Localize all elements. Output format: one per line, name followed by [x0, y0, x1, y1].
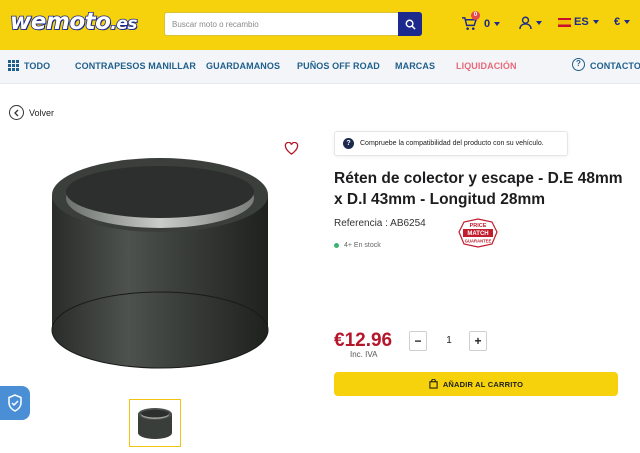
- badge-line-3: GUARANTEE: [465, 239, 492, 244]
- thumbnail-image: [138, 408, 172, 439]
- search-input[interactable]: [165, 13, 399, 35]
- heart-icon: [284, 141, 299, 155]
- chevron-left-icon: [9, 105, 24, 120]
- security-badge[interactable]: [0, 386, 30, 420]
- stock-label: 4+ En stock: [344, 242, 381, 249]
- cart-count: 0: [484, 17, 491, 30]
- product-title: Réten de colector y escape - D.E 48mm x …: [334, 170, 623, 208]
- help-icon: ?: [572, 58, 585, 71]
- stock-status: 4+ En stock: [334, 242, 381, 249]
- nav-item-contrapesos[interactable]: CONTRAPESOS MANILLAR: [75, 61, 196, 71]
- shield-icon: [8, 394, 22, 412]
- nav-item-punos[interactable]: PUÑOS OFF ROAD: [297, 61, 380, 71]
- product-thumbnail[interactable]: [129, 399, 181, 447]
- price-match-badge[interactable]: PRICE MATCH GUARANTEE: [457, 218, 499, 248]
- quantity-decrease-button[interactable]: −: [409, 331, 427, 351]
- nav-item-liquidacion[interactable]: LIQUIDACIÓN: [456, 61, 517, 71]
- nav-item-todo[interactable]: TODO: [24, 61, 50, 71]
- user-icon: [519, 16, 532, 30]
- wishlist-button[interactable]: [284, 141, 299, 160]
- add-to-cart-button[interactable]: AÑADIR AL CARRITO: [334, 372, 618, 396]
- product-reference: Referencia : AB6254: [334, 218, 426, 229]
- quantity-increase-button[interactable]: +: [469, 331, 487, 351]
- category-nav: TODO CONTRAPESOS MANILLAR GUARDAMANOS PU…: [0, 50, 640, 84]
- chevron-down-icon: [494, 21, 501, 26]
- spain-flag-icon: [558, 17, 571, 27]
- back-button[interactable]: Volver: [9, 105, 54, 120]
- chevron-down-icon: [592, 20, 599, 24]
- question-icon: ?: [343, 138, 354, 149]
- quantity-input[interactable]: 1: [436, 331, 462, 351]
- search-button[interactable]: [398, 12, 422, 36]
- chevron-down-icon: [536, 21, 542, 25]
- shopping-bag-icon: [429, 379, 438, 389]
- site-logo[interactable]: wemoto.es: [9, 8, 138, 36]
- account-button[interactable]: [519, 16, 542, 30]
- nav-item-marcas[interactable]: MARCAS: [395, 61, 435, 71]
- compatibility-text: Compruebe la compatibilidad del producto…: [360, 140, 544, 147]
- compatibility-notice[interactable]: ? Compruebe la compatibilidad del produc…: [334, 131, 568, 156]
- language-label: ES: [574, 16, 589, 28]
- product-price: €12.96: [334, 330, 393, 351]
- cart-button[interactable]: 0 0: [461, 11, 501, 31]
- search-icon: [405, 19, 416, 30]
- currency-selector[interactable]: €: [614, 16, 631, 28]
- back-label: Volver: [29, 107, 55, 118]
- top-header: wemoto.es 0 0 ES €: [0, 0, 640, 50]
- badge-line-1: PRICE: [470, 223, 487, 229]
- nav-item-guardamanos[interactable]: GUARDAMANOS: [206, 61, 280, 71]
- grid-menu-icon[interactable]: [8, 60, 19, 71]
- chevron-down-icon: [624, 20, 631, 24]
- add-to-cart-label: AÑADIR AL CARRITO: [442, 379, 524, 389]
- cart-badge: 0: [471, 11, 480, 20]
- badge-line-2: MATCH: [467, 231, 488, 237]
- in-stock-dot-icon: [334, 243, 339, 248]
- nav-item-contacto[interactable]: CONTACTO: [590, 61, 640, 71]
- currency-label: €: [614, 16, 621, 28]
- product-image[interactable]: [40, 140, 280, 385]
- tax-note: Inc. IVA: [350, 350, 378, 359]
- search-box: [164, 12, 422, 36]
- language-selector[interactable]: ES: [558, 16, 599, 28]
